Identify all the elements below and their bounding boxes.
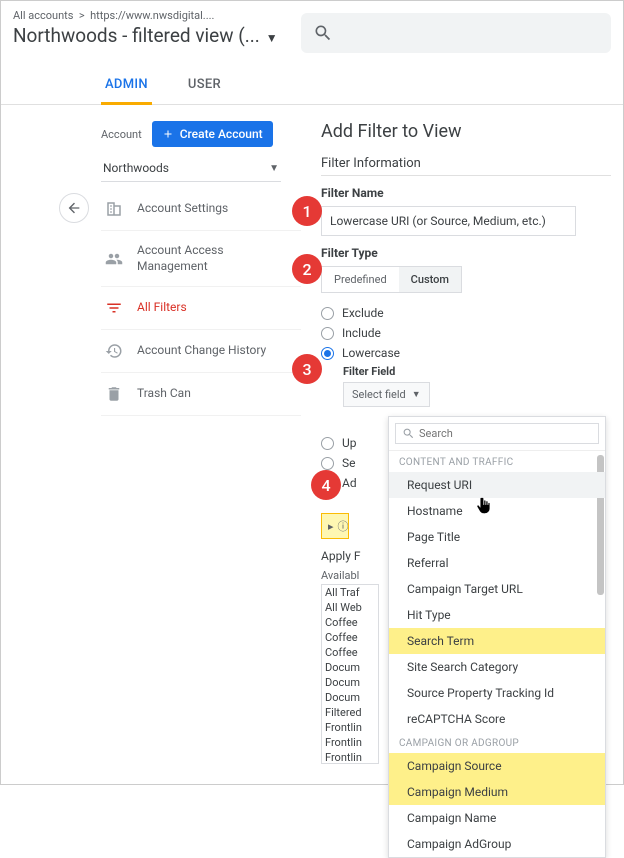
available-views-list[interactable]: All TrafAll WebCoffeeCoffeeCoffeeDocumDo… (321, 584, 379, 764)
list-item[interactable]: Docum (322, 660, 378, 675)
page-title: Add Filter to View (321, 121, 611, 142)
filter-name-input[interactable] (321, 206, 576, 236)
dropdown-item[interactable]: Campaign Name (389, 805, 605, 831)
radio-label: Se (342, 456, 356, 470)
dropdown-item[interactable]: Hit Type (389, 602, 605, 628)
list-item[interactable]: Frontlin (322, 735, 378, 750)
section-filter-info: Filter Information (321, 156, 611, 176)
radio-exclude[interactable]: Exclude (321, 303, 611, 323)
select-field-dropdown[interactable]: Select field ▼ (343, 382, 430, 407)
search-input[interactable] (301, 13, 611, 53)
dropdown-item[interactable]: reCAPTCHA Score (389, 706, 605, 732)
filter-name-label: Filter Name (321, 186, 611, 200)
chevron-down-icon: ▼ (269, 163, 279, 174)
list-item[interactable]: Coffee (322, 630, 378, 645)
view-title-text: Northwoods - filtered view (... (13, 24, 260, 47)
dropdown-item[interactable]: Referral (389, 550, 605, 576)
list-item[interactable]: Filtered (322, 705, 378, 720)
create-account-label: Create Account (180, 127, 263, 141)
nav-all-filters[interactable]: All Filters (101, 287, 301, 330)
nav-trash-can[interactable]: Trash Can (101, 373, 301, 416)
list-item[interactable]: All Web (322, 600, 378, 615)
people-icon (105, 250, 123, 268)
help-icon: ⓘ (338, 518, 349, 534)
trash-icon (105, 385, 123, 403)
radio-lowercase[interactable]: Lowercase (321, 343, 611, 363)
list-item[interactable]: Frontlin (322, 750, 378, 764)
create-account-button[interactable]: Create Account (152, 121, 273, 147)
help-banner[interactable]: ▸ ⓘ F (321, 513, 349, 539)
tab-admin[interactable]: ADMIN (101, 67, 152, 105)
filter-icon (105, 299, 123, 317)
chevron-right-icon: ▸ (328, 520, 334, 533)
dropdown-item[interactable]: Hostname (389, 498, 605, 524)
dropdown-item[interactable]: Campaign Medium (389, 779, 605, 805)
callout-badge-1: 1 (292, 196, 322, 226)
radio-label: Ad (342, 476, 357, 490)
cursor-pointer-icon (474, 496, 494, 520)
dropdown-search[interactable] (395, 423, 599, 444)
select-field-label: Select field (352, 388, 406, 401)
list-item[interactable]: All Traf (322, 585, 378, 600)
nav-label: Account Change History (137, 343, 266, 359)
dropdown-group-label: CONTENT AND TRAFFIC (389, 451, 605, 472)
view-picker[interactable]: Northwoods - filtered view (... ▼ (13, 24, 285, 47)
nav-change-history[interactable]: Account Change History (101, 330, 301, 373)
plus-icon (162, 128, 174, 140)
type-custom[interactable]: Custom (399, 267, 461, 292)
filter-field-dropdown: CONTENT AND TRAFFIC Request URIHostnameP… (388, 416, 606, 858)
filter-field-label: Filter Field (343, 365, 611, 378)
nav-label: Account Access Management (137, 243, 224, 274)
radio-label: Up (342, 436, 357, 450)
dropdown-item[interactable]: Campaign Source (389, 753, 605, 779)
caret-down-icon: ▼ (412, 389, 421, 400)
dropdown-item[interactable]: Page Title (389, 524, 605, 550)
type-predefined[interactable]: Predefined (322, 267, 399, 292)
dropdown-search-input[interactable] (419, 427, 592, 440)
dropdown-item[interactable]: Source Property Tracking Id (389, 680, 605, 706)
search-icon (402, 427, 415, 440)
dropdown-item[interactable]: Request URI (389, 472, 605, 498)
list-item[interactable]: Docum (322, 675, 378, 690)
breadcrumb[interactable]: All accounts > https://www.nwsdigital...… (13, 9, 285, 22)
callout-badge-3: 3 (292, 354, 322, 384)
nav-account-access[interactable]: Account Access Management (101, 231, 301, 287)
callout-badge-2: 2 (292, 254, 322, 284)
dropdown-item[interactable]: Campaign Target URL (389, 576, 605, 602)
account-selected: Northwoods (103, 161, 169, 175)
radio-label: Lowercase (342, 346, 400, 360)
dropdown-group-label: CAMPAIGN OR ADGROUP (389, 732, 605, 753)
list-item[interactable]: Docum (322, 690, 378, 705)
account-selector[interactable]: Northwoods ▼ (101, 157, 281, 182)
list-item[interactable]: Coffee (322, 645, 378, 660)
building-icon (105, 200, 123, 218)
chevron-down-icon: ▼ (266, 27, 278, 45)
nav-label: Account Settings (137, 201, 228, 217)
nav-label: All Filters (137, 300, 187, 316)
back-button[interactable] (59, 193, 89, 223)
list-item[interactable]: Frontlin (322, 720, 378, 735)
arrow-left-icon (66, 200, 82, 216)
search-icon (313, 23, 333, 43)
radio-include[interactable]: Include (321, 323, 611, 343)
dropdown-item[interactable]: Site Search Category (389, 654, 605, 680)
radio-label: Include (342, 326, 381, 340)
tab-user[interactable]: USER (184, 67, 225, 104)
dropdown-item[interactable]: Campaign AdGroup (389, 831, 605, 857)
nav-label: Trash Can (137, 386, 191, 402)
nav-account-settings[interactable]: Account Settings (101, 188, 301, 231)
filter-type-label: Filter Type (321, 246, 611, 260)
breadcrumb-url[interactable]: https://www.nwsdigital.... (90, 9, 214, 22)
account-label: Account (101, 128, 142, 141)
history-icon (105, 342, 123, 360)
radio-label: Exclude (342, 306, 384, 320)
list-item[interactable]: Coffee (322, 615, 378, 630)
dropdown-item[interactable]: Search Term (389, 628, 605, 654)
breadcrumb-root[interactable]: All accounts (13, 9, 73, 22)
callout-badge-4: 4 (311, 470, 341, 500)
